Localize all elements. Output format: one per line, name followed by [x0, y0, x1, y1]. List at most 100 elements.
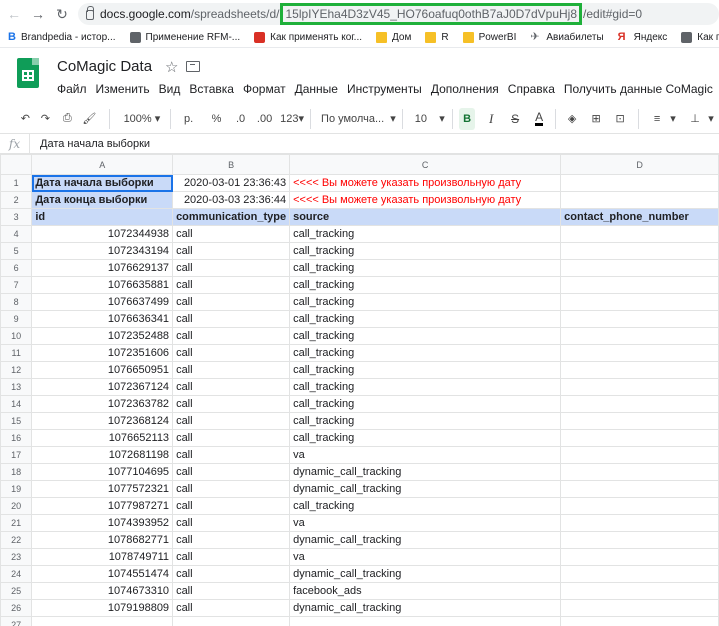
percent-button[interactable]: % — [209, 108, 225, 130]
cell-a[interactable]: Дата конца выборки — [31, 191, 174, 209]
cell-a[interactable]: 1074551474 — [31, 565, 174, 583]
column-header-b[interactable]: B — [172, 154, 291, 175]
row-header[interactable]: 19 — [0, 480, 33, 498]
cell-c[interactable]: call_tracking — [289, 497, 562, 515]
cell-c[interactable]: call_tracking — [289, 395, 562, 413]
menu-help[interactable]: Справка — [508, 82, 555, 96]
cell-d[interactable] — [560, 463, 719, 481]
row-header[interactable]: 11 — [0, 344, 33, 362]
reload-icon[interactable]: ↻ — [52, 4, 72, 24]
url-field[interactable]: docs.google.com/spreadsheets/d/15lpIYEha… — [78, 3, 719, 25]
cell-a[interactable]: 1074673310 — [31, 582, 174, 600]
cell-b[interactable] — [172, 616, 291, 626]
print-icon[interactable]: ⎙ — [59, 108, 75, 130]
row-header[interactable]: 27 — [0, 616, 33, 626]
cell-d[interactable] — [560, 361, 719, 379]
row-header[interactable]: 20 — [0, 497, 33, 515]
menu-view[interactable]: Вид — [159, 82, 181, 96]
bookmark-calc[interactable]: Как посчитать вс — [681, 32, 719, 43]
cell-a[interactable]: 1078682771 — [31, 531, 174, 549]
redo-icon[interactable]: ↷ — [37, 108, 53, 130]
star-icon[interactable]: ☆ — [165, 58, 178, 76]
undo-icon[interactable]: ↶ — [17, 108, 33, 130]
cell-b[interactable]: call — [172, 531, 291, 549]
cell-a[interactable]: 1076652113 — [31, 429, 174, 447]
menu-file[interactable]: Файл — [57, 82, 87, 96]
cell-b[interactable]: call — [172, 378, 291, 396]
cell-b[interactable]: 2020-03-01 23:36:43 — [172, 174, 291, 192]
text-color-button[interactable]: A — [531, 108, 547, 130]
row-header[interactable]: 10 — [0, 327, 33, 345]
bookmark-avia[interactable]: ✈ Авиабилеты — [530, 32, 603, 44]
cell-a[interactable]: 1072351606 — [31, 344, 174, 362]
italic-button[interactable]: I — [483, 108, 499, 130]
cell-b[interactable]: call — [172, 497, 291, 515]
column-header-a[interactable]: A — [31, 154, 174, 175]
cell-a[interactable]: 1078749711 — [31, 548, 174, 566]
cell-d[interactable] — [560, 548, 719, 566]
cell-c[interactable]: facebook_ads — [289, 582, 562, 600]
strikethrough-button[interactable]: S — [507, 108, 523, 130]
cell-d[interactable] — [560, 531, 719, 549]
row-header[interactable]: 24 — [0, 565, 33, 583]
cell-b[interactable]: call — [172, 548, 291, 566]
row-header[interactable]: 9 — [0, 310, 33, 328]
cell-a[interactable]: 1072343194 — [31, 242, 174, 260]
cell-c[interactable]: dynamic_call_tracking — [289, 565, 562, 583]
cell-d[interactable] — [560, 514, 719, 532]
cell-c[interactable]: call_tracking — [289, 412, 562, 430]
row-header[interactable]: 21 — [0, 514, 33, 532]
cell-c[interactable]: va — [289, 548, 562, 566]
decrease-decimal-button[interactable]: .0 — [233, 108, 249, 130]
cell-a[interactable]: id — [31, 208, 174, 226]
cell-a[interactable]: 1076635881 — [31, 276, 174, 294]
menu-data[interactable]: Данные — [295, 82, 338, 96]
menu-insert[interactable]: Вставка — [189, 82, 234, 96]
cell-d[interactable] — [560, 276, 719, 294]
align-left-icon[interactable]: ≡ — [649, 108, 665, 130]
cell-d[interactable] — [560, 310, 719, 328]
cell-b[interactable]: communication_type — [172, 208, 291, 226]
cell-d[interactable] — [560, 242, 719, 260]
row-header[interactable]: 2 — [0, 191, 33, 209]
menu-edit[interactable]: Изменить — [96, 82, 150, 96]
cell-c[interactable]: va — [289, 446, 562, 464]
cell-b[interactable]: call — [172, 429, 291, 447]
row-header[interactable]: 6 — [0, 259, 33, 277]
cell-c[interactable]: call_tracking — [289, 242, 562, 260]
cell-c[interactable]: va — [289, 514, 562, 532]
row-header[interactable]: 26 — [0, 599, 33, 617]
cell-d[interactable] — [560, 378, 719, 396]
sheets-logo-icon[interactable] — [17, 58, 39, 88]
row-header[interactable]: 4 — [0, 225, 33, 243]
cell-d[interactable] — [560, 497, 719, 515]
cell-d[interactable] — [560, 293, 719, 311]
cell-b[interactable]: call — [172, 446, 291, 464]
vertical-align-icon[interactable]: ⊥ — [687, 108, 703, 130]
cell-b[interactable]: call — [172, 514, 291, 532]
cell-c[interactable]: call_tracking — [289, 327, 562, 345]
cell-a[interactable]: 1076629137 — [31, 259, 174, 277]
cell-c[interactable]: call_tracking — [289, 310, 562, 328]
cell-a[interactable]: 1077572321 — [31, 480, 174, 498]
cell-a[interactable]: 1072363782 — [31, 395, 174, 413]
row-header[interactable]: 8 — [0, 293, 33, 311]
cell-c[interactable]: dynamic_call_tracking — [289, 599, 562, 617]
column-header-c[interactable]: C — [289, 154, 562, 175]
cell-a[interactable]: Дата начала выборки — [31, 174, 174, 192]
cell-a[interactable]: 1074393952 — [31, 514, 174, 532]
cell-c[interactable]: dynamic_call_tracking — [289, 531, 562, 549]
cell-d[interactable] — [560, 412, 719, 430]
cell-a[interactable]: 1076636341 — [31, 310, 174, 328]
fill-color-icon[interactable]: ◈ — [564, 108, 580, 130]
select-all-corner[interactable] — [0, 154, 33, 175]
bookmark-ips[interactable]: Как применять ког... — [254, 32, 362, 43]
cell-b[interactable]: call — [172, 395, 291, 413]
bookmark-dom[interactable]: Дом — [376, 32, 411, 43]
merge-cells-icon[interactable]: ⊡ — [612, 108, 628, 130]
back-icon[interactable]: ← — [4, 4, 24, 24]
cell-d[interactable] — [560, 582, 719, 600]
cell-b[interactable]: call — [172, 480, 291, 498]
cell-c[interactable]: dynamic_call_tracking — [289, 480, 562, 498]
cell-c[interactable]: call_tracking — [289, 378, 562, 396]
